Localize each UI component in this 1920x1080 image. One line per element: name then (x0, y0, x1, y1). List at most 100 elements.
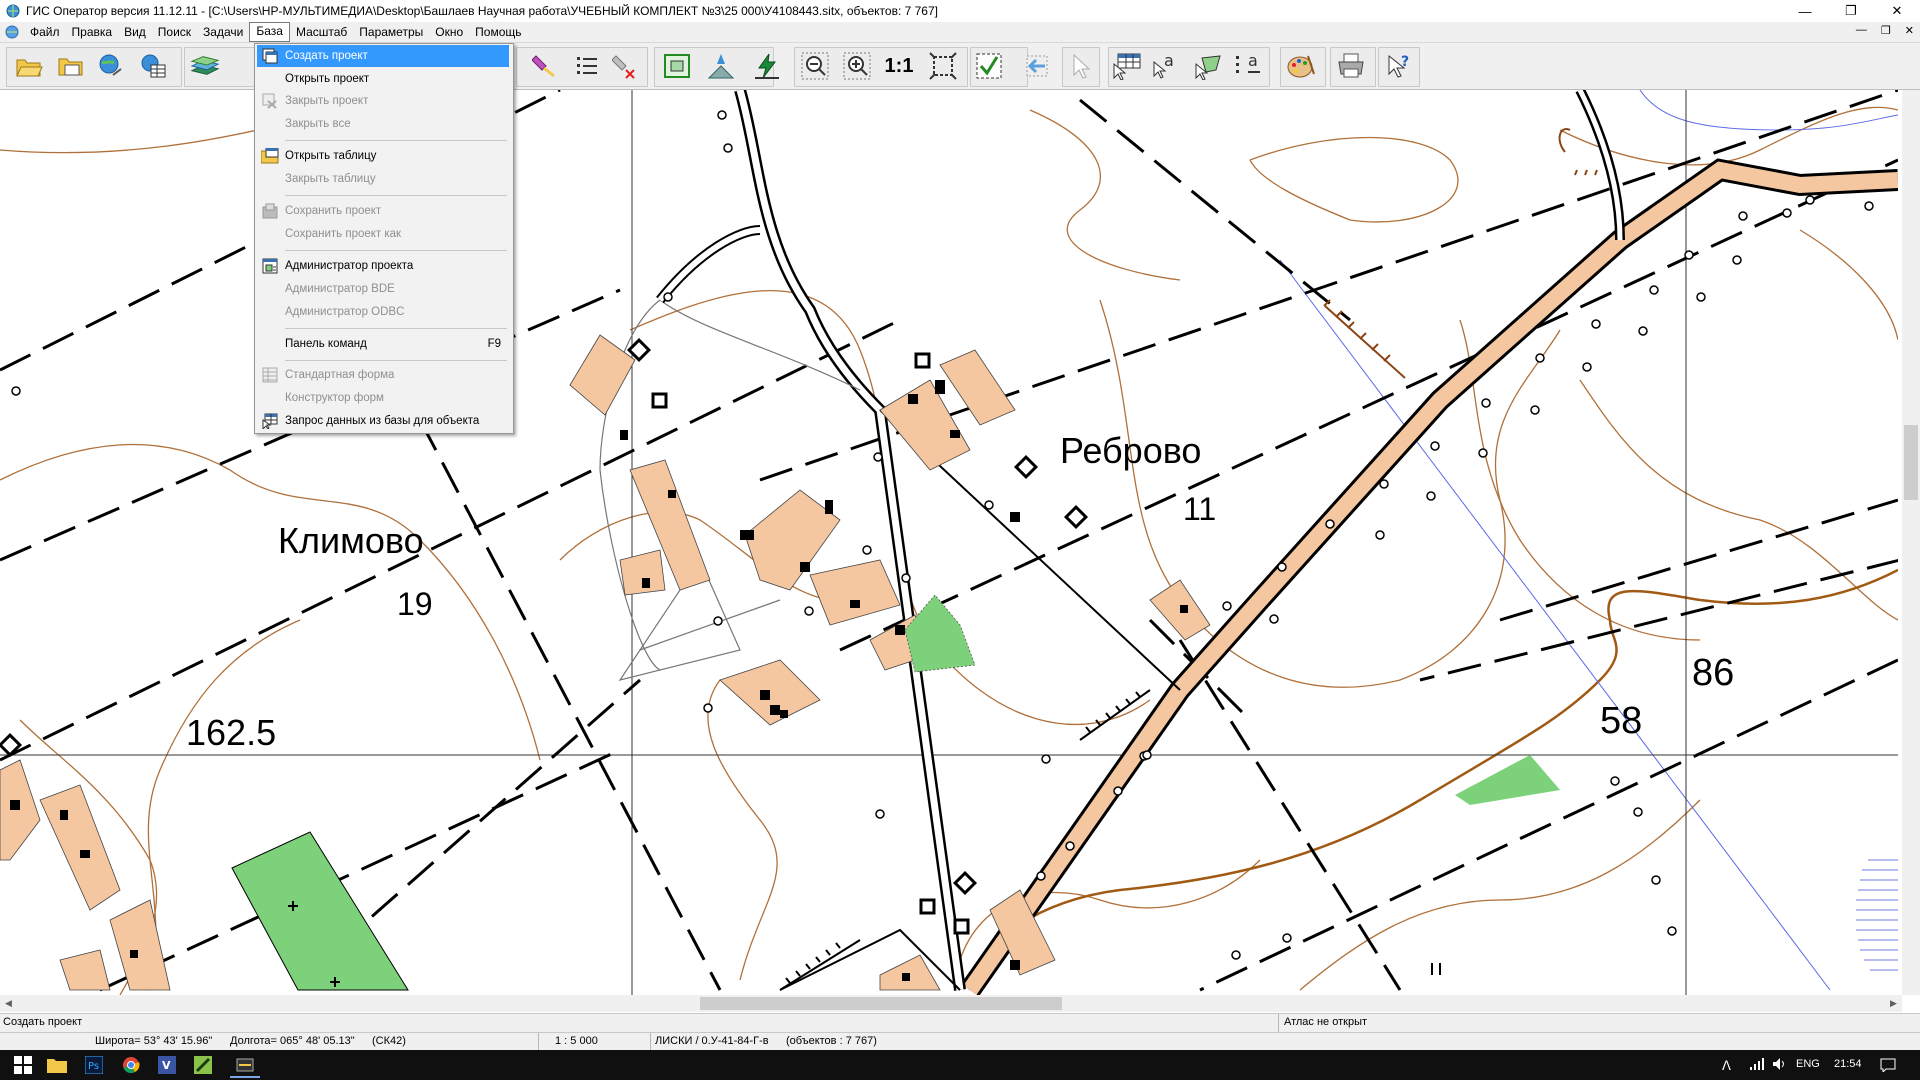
menu-separator (285, 140, 507, 141)
list-icon[interactable] (572, 51, 602, 81)
menu-scale[interactable]: Масштаб (290, 23, 353, 41)
open-map-icon[interactable] (56, 51, 86, 81)
clock[interactable]: 21:54 (1834, 1058, 1862, 1070)
menu-file[interactable]: Файл (24, 23, 66, 41)
menu-item-form-constructor[interactable]: Конструктор форм (257, 387, 509, 409)
globe-open-icon[interactable] (96, 51, 126, 81)
horizontal-scroll-thumb[interactable] (700, 997, 1062, 1010)
chrome-icon[interactable] (120, 1054, 142, 1076)
menu-separator (285, 328, 507, 329)
context-help-icon[interactable]: ? (1384, 51, 1414, 81)
longitude-readout: Долгота= 065° 48' 05.13" (230, 1035, 355, 1047)
village-label-klimovo: Климово (278, 520, 424, 561)
save-project-icon (261, 202, 279, 220)
menu-item-label: Конструктор форм (285, 392, 384, 404)
horizontal-scrollbar[interactable]: ◀ ▶ (0, 995, 1902, 1012)
notifications-icon[interactable] (1880, 1058, 1896, 1075)
gis-operator-taskbar-icon[interactable] (230, 1054, 260, 1078)
menu-item-query-data[interactable]: Запрос данных из базы для объекта (257, 410, 509, 432)
menu-item-create-project[interactable]: Создать проект (257, 45, 509, 67)
fit-window-icon[interactable] (928, 51, 958, 81)
menu-item-label: Создать проект (285, 50, 368, 62)
network-icon[interactable] (1750, 1058, 1764, 1073)
vertical-scroll-thumb[interactable] (1904, 425, 1918, 500)
menu-view[interactable]: Вид (118, 23, 152, 41)
tray-chevron-icon[interactable]: ᐱ (1722, 1058, 1731, 1074)
file-explorer-icon[interactable] (46, 1054, 68, 1076)
scroll-left-arrow-icon[interactable]: ◀ (0, 995, 17, 1012)
query-data-icon (261, 412, 279, 430)
scale-1-1-button[interactable]: 1:1 (884, 51, 914, 81)
palette-icon[interactable] (1286, 51, 1316, 81)
menu-item-save-project-as[interactable]: Сохранить проект как (257, 223, 509, 245)
menu-item-label: Администратор ODBC (285, 306, 405, 318)
document-globe-icon[interactable] (4, 24, 20, 40)
menu-item-project-admin[interactable]: Администратор проекта (257, 255, 509, 277)
menu-item-close-table[interactable]: Закрыть таблицу (257, 168, 509, 190)
zoom-in-icon[interactable] (842, 51, 872, 81)
embankment (1323, 128, 1598, 379)
menu-item-label: Открыть таблицу (285, 150, 377, 162)
menu-item-close-project[interactable]: Закрыть проект (257, 90, 509, 112)
menu-edit[interactable]: Правка (66, 23, 119, 41)
title-bar: ГИС Оператор версия 11.12.11 - [C:\Users… (0, 0, 1920, 23)
text-list-icon[interactable]: a (1234, 51, 1264, 81)
restore-button[interactable]: ❐ (1828, 0, 1874, 22)
menu-item-save-project[interactable]: Сохранить проект (257, 200, 509, 222)
menu-item-close-all[interactable]: Закрыть все (257, 113, 509, 135)
menu-tasks[interactable]: Задачи (197, 23, 249, 41)
mdi-close-button[interactable]: ✕ (1905, 24, 1914, 37)
minimize-button[interactable]: — (1782, 0, 1828, 22)
menu-parameters[interactable]: Параметры (353, 23, 429, 41)
menu-item-label: Сохранить проект как (285, 228, 402, 240)
close-button[interactable]: ✕ (1874, 0, 1920, 22)
pointer-icon[interactable] (1066, 51, 1096, 81)
svg-text:a: a (1164, 52, 1174, 70)
check-icon[interactable] (974, 51, 1004, 81)
mdi-restore-button[interactable]: ❐ (1881, 24, 1891, 37)
project-admin-icon (261, 257, 279, 275)
windows-start-icon[interactable] (12, 1054, 34, 1076)
globe-table-icon[interactable] (138, 51, 168, 81)
layers-icon[interactable] (190, 51, 220, 81)
menu-item-odbc-admin[interactable]: Администратор ODBC (257, 301, 509, 323)
menu-window[interactable]: Окно (429, 23, 469, 41)
highlighter-icon[interactable] (530, 51, 560, 81)
navigate-icon[interactable] (706, 51, 736, 81)
scroll-right-arrow-icon[interactable]: ▶ (1885, 995, 1902, 1012)
vertical-scrollbar[interactable] (1902, 90, 1920, 995)
menu-item-standard-form[interactable]: Стандартная форма (257, 364, 509, 386)
menu-item-open-project[interactable]: Открыть проект (257, 68, 509, 90)
menu-help[interactable]: Помощь (469, 23, 527, 41)
lightning-icon[interactable] (752, 51, 782, 81)
boundary-line (1279, 259, 1831, 991)
select-frame-icon[interactable] (662, 51, 692, 81)
menu-base[interactable]: База (249, 22, 290, 42)
open-folder-icon[interactable] (14, 51, 44, 81)
menu-item-bde-admin[interactable]: Администратор BDE (257, 278, 509, 300)
menu-item-open-table[interactable]: Открыть таблицу (257, 145, 509, 167)
volume-icon[interactable] (1773, 1058, 1787, 1073)
back-arrow-icon[interactable] (1022, 51, 1052, 81)
menu-item-command-panel[interactable]: Панель команд F9 (257, 333, 509, 355)
menu-separator (285, 360, 507, 361)
atlas-status: Атлас не открыт (1284, 1016, 1368, 1028)
clear-selection-icon[interactable] (610, 51, 640, 81)
photoshop-icon[interactable]: Ps (83, 1054, 105, 1076)
menu-search[interactable]: Поиск (152, 23, 197, 41)
print-icon[interactable] (1336, 51, 1366, 81)
table-select-icon[interactable] (1112, 51, 1142, 81)
close-project-icon (261, 92, 279, 110)
elevation-label: 162.5 (186, 712, 277, 753)
notepadpp-icon[interactable] (192, 1054, 214, 1076)
menu-item-label: Сохранить проект (285, 205, 382, 217)
visio-icon[interactable]: V (156, 1054, 178, 1076)
menu-separator (285, 250, 507, 251)
polygon-select-icon[interactable] (1194, 51, 1224, 81)
map-number-label-58: 58 (1600, 700, 1643, 742)
language-indicator[interactable]: ENG (1796, 1058, 1820, 1070)
text-select-icon[interactable]: a (1152, 51, 1182, 81)
svg-text:?: ? (1401, 54, 1409, 70)
mdi-minimize-button[interactable]: — (1856, 24, 1867, 37)
zoom-out-icon[interactable] (800, 51, 830, 81)
